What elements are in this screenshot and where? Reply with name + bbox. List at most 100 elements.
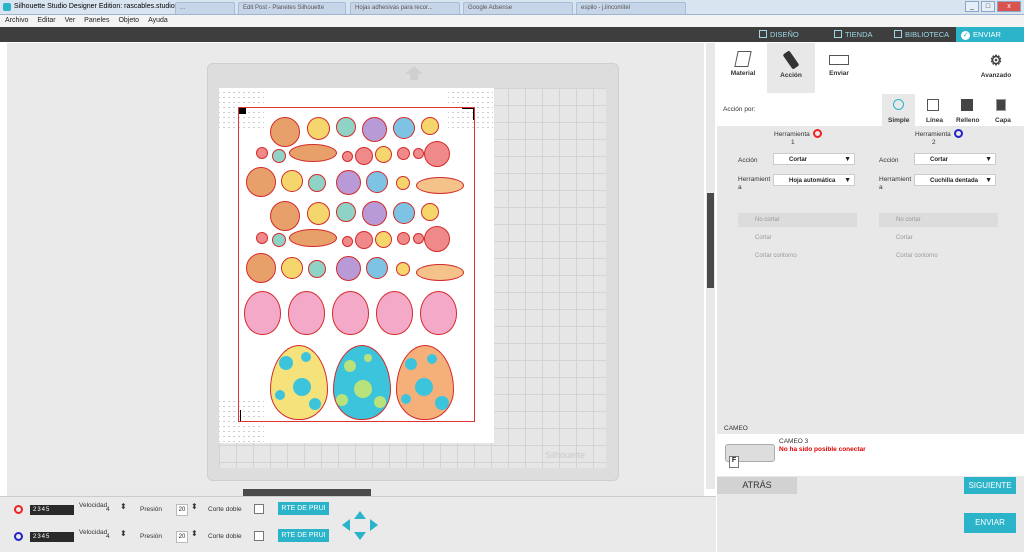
tab-enviar-panel[interactable]: Enviar [815,43,863,93]
next-button[interactable]: SIGUIENTE [964,477,1016,494]
double-cut-checkbox[interactable] [254,504,264,514]
tab-enviar[interactable]: ✓ ENVIAR [956,27,1024,42]
speed-stepper-icon[interactable]: ⬍ [120,502,127,511]
planet-design[interactable] [281,170,303,192]
menu-ver[interactable]: Ver [60,15,80,24]
planet-design[interactable] [424,226,450,252]
planet-design[interactable] [307,202,330,225]
balloon-design[interactable] [420,291,457,335]
mode-linea[interactable]: Línea [917,94,950,126]
planet-design[interactable] [421,117,439,135]
tab-avanzado[interactable]: ⚙ Avanzado [972,43,1020,93]
tab-diseno[interactable]: DISEÑO [755,27,820,42]
browser-tab[interactable]: Edit Post - Planetes Silhouette [238,2,346,14]
back-button[interactable]: ATRÁS [717,477,797,494]
planet-design[interactable] [246,253,276,283]
test-cut-button[interactable]: RTE DE PRUI [278,502,329,515]
planet-design[interactable] [336,202,356,222]
close-button[interactable]: x [997,1,1021,12]
mode-relleno[interactable]: Relleno [951,94,984,126]
planet-ring-design[interactable] [416,177,464,194]
mode-capa[interactable]: Capa [985,94,1018,126]
planet-design[interactable] [270,201,300,231]
speed-stepper-icon[interactable]: ⬍ [120,529,127,538]
planet-design[interactable] [421,203,439,221]
balloon-design[interactable] [288,291,325,335]
tab-material[interactable]: Material [719,43,767,93]
planet-design[interactable] [375,231,392,248]
tool2-accion-select[interactable]: Cortar ▼ [914,153,996,165]
planet-design[interactable] [256,232,268,244]
menu-ayuda[interactable]: Ayuda [143,15,172,24]
planet-design[interactable] [413,148,424,159]
tab-accion[interactable]: Acción [767,43,815,93]
vertical-scrollbar[interactable] [706,43,715,489]
mode-simple[interactable]: Simple [882,94,915,126]
planet-design[interactable] [336,117,356,137]
option-cortar-2[interactable]: Cortar [879,231,998,245]
planet-design[interactable] [362,117,387,142]
pressure-stepper-icon[interactable]: ⬍ [191,529,198,538]
planet-design[interactable] [246,167,276,197]
planet-design[interactable] [397,147,410,160]
planet-design[interactable] [336,256,361,281]
browser-tab[interactable]: espilo - j.lincomitel [576,2,686,14]
planet-design[interactable] [393,117,415,139]
planet-design[interactable] [270,117,300,147]
double-cut-checkbox[interactable] [254,531,264,541]
tool2-herr-select[interactable]: Cuchilla dentada ▼ [914,174,996,186]
planet-design[interactable] [397,232,410,245]
planet-ring-design[interactable] [416,264,464,281]
menu-editar[interactable]: Editar [32,15,59,24]
tab-tienda[interactable]: TIENDA [830,27,890,42]
planet-ring-design[interactable] [289,144,337,162]
menu-archivo[interactable]: Archivo [0,15,32,24]
arrow-left-icon[interactable] [342,519,350,531]
planet-design[interactable] [307,117,330,140]
planet-design[interactable] [413,233,424,244]
planet-design[interactable] [281,257,303,279]
planet-design[interactable] [342,236,353,247]
scroll-thumb[interactable] [243,489,371,496]
planet-design[interactable] [366,257,388,279]
option-no-cortar[interactable]: No cortar [738,213,857,227]
balloon-design[interactable] [332,291,369,335]
planet-design[interactable] [336,170,361,195]
planet-design[interactable] [308,174,326,192]
planet-design[interactable] [272,149,286,163]
arrow-up-icon[interactable] [354,511,366,519]
planet-design[interactable] [342,151,353,162]
browser-tab[interactable]: ... [175,2,235,14]
send-button[interactable]: ENVIAR [964,513,1016,533]
arrow-right-icon[interactable] [370,519,378,531]
planet-design[interactable] [393,202,415,224]
planet-design[interactable] [308,260,326,278]
planet-design[interactable] [366,171,388,193]
test-cut-button[interactable]: RTE DE PRUI [278,529,329,542]
planet-design[interactable] [272,233,286,247]
browser-tab[interactable]: Hojas adhesivas para recor... [350,2,460,14]
scroll-thumb[interactable] [707,193,714,288]
horizontal-scrollbar[interactable] [7,489,704,496]
menu-paneles[interactable]: Paneles [79,15,113,24]
arrow-down-icon[interactable] [354,532,366,540]
pressure-stepper-icon[interactable]: ⬍ [191,502,198,511]
balloon-design[interactable] [244,291,281,335]
pressure-value[interactable]: 20 [176,504,188,516]
planet-design[interactable] [355,147,373,165]
blade-setting[interactable]: 2345 [30,505,74,515]
maximize-button[interactable]: □ [981,1,995,12]
option-cortar-contorno[interactable]: Cortar contorno [738,249,857,263]
tool1-herr-select[interactable]: Hoja automática ▼ [773,174,855,186]
planet-design[interactable] [375,146,392,163]
tab-biblioteca[interactable]: BIBLIOTECA [890,27,956,42]
planet-design[interactable] [256,147,268,159]
option-cortar[interactable]: Cortar [738,231,857,245]
planet-design[interactable] [396,262,410,276]
tool1-accion-select[interactable]: Cortar ▼ [773,153,855,165]
minimize-button[interactable]: _ [965,1,979,12]
blade-setting[interactable]: 2345 [30,532,74,542]
planet-ring-design[interactable] [289,229,337,247]
planet-design[interactable] [396,176,410,190]
planet-design[interactable] [355,231,373,249]
